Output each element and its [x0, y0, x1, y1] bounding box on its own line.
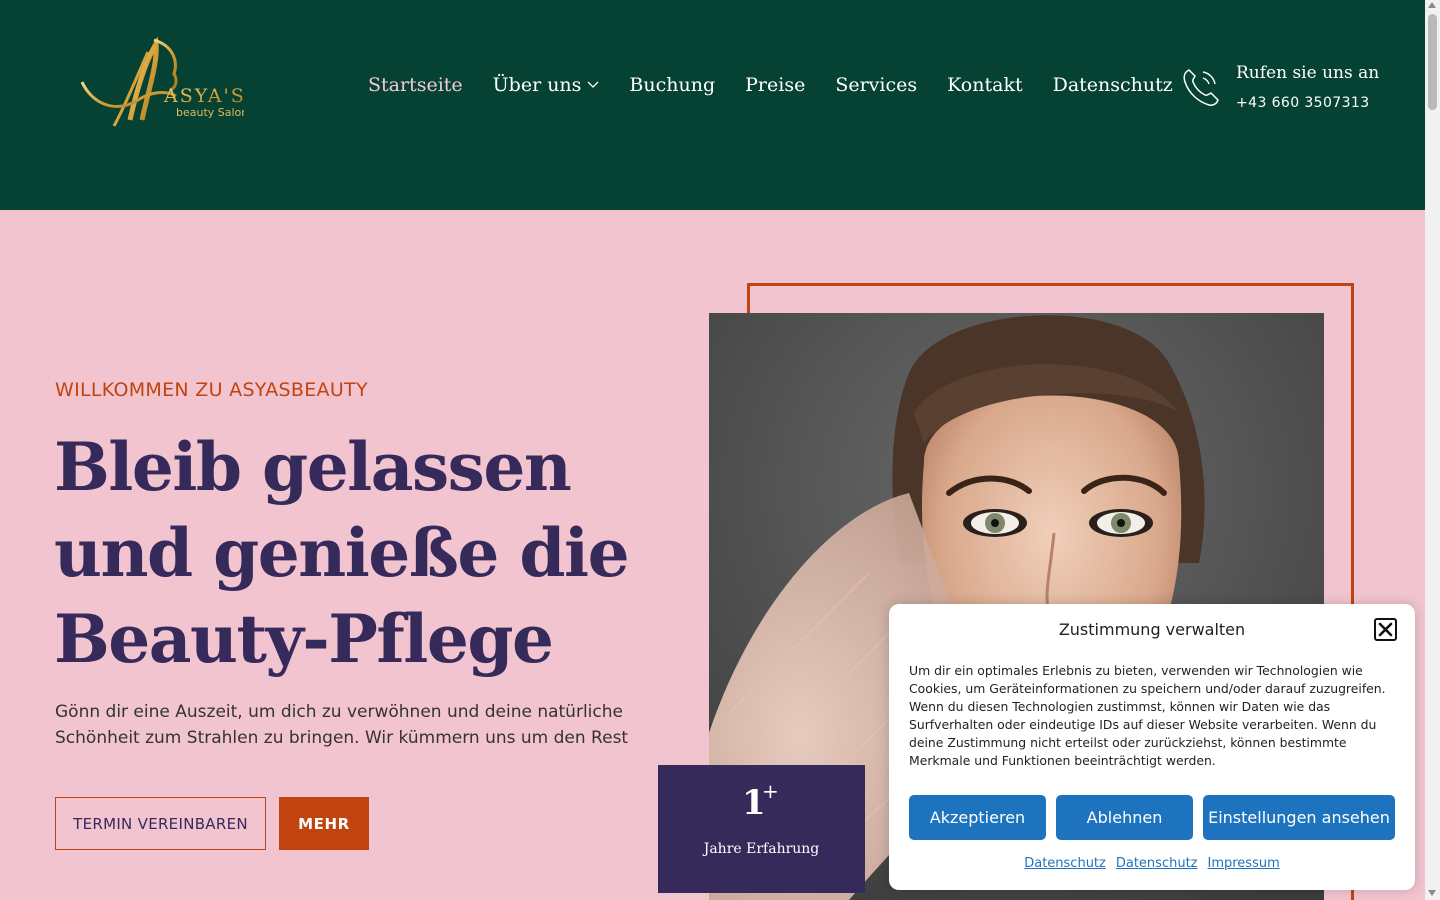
- nav-label: Startseite: [368, 74, 463, 96]
- hero-title-line: und genieße die: [54, 514, 630, 592]
- experience-plus: +: [762, 779, 779, 803]
- scroll-thumb[interactable]: [1428, 14, 1437, 110]
- imprint-link[interactable]: Impressum: [1208, 856, 1280, 871]
- nav-label: Preise: [745, 74, 806, 96]
- nav-startseite[interactable]: Startseite: [368, 74, 463, 96]
- nav-label: Services: [835, 74, 918, 96]
- nav-ueber-uns[interactable]: Über uns: [493, 74, 600, 96]
- logo[interactable]: ASYA'S beauty Salon: [78, 34, 244, 134]
- nav-label: Datenschutz: [1052, 74, 1173, 96]
- hero-eyebrow: WILLKOMMEN ZU ASYASBEAUTY: [55, 379, 368, 401]
- chevron-down-icon: [587, 81, 599, 88]
- scroll-down-arrow-icon[interactable]: [1428, 890, 1436, 896]
- cookie-consent-dialog: Zustimmung verwalten Um dir ein optimale…: [889, 604, 1415, 890]
- privacy-link[interactable]: Datenschutz: [1024, 856, 1106, 871]
- site-header: ASYA'S beauty Salon Startseite Über uns …: [0, 0, 1425, 210]
- cookie-title: Zustimmung verwalten: [1058, 620, 1246, 639]
- nav-label: Kontakt: [947, 74, 1023, 96]
- nav-datenschutz[interactable]: Datenschutz: [1053, 74, 1173, 96]
- experience-badge: 1 + Jahre Erfahrung: [658, 765, 865, 893]
- nav-label: Über uns: [492, 74, 582, 96]
- cookie-links: Datenschutz Datenschutz Impressum: [889, 856, 1415, 871]
- svg-text:ASYA'S: ASYA'S: [163, 85, 244, 107]
- nav-preise[interactable]: Preise: [745, 74, 805, 96]
- svg-text:beauty Salon: beauty Salon: [176, 106, 244, 119]
- scroll-up-arrow-icon[interactable]: [1428, 2, 1436, 8]
- nav-kontakt[interactable]: Kontakt: [947, 74, 1022, 96]
- close-icon[interactable]: [1374, 618, 1397, 641]
- phone-icon: [1183, 69, 1219, 106]
- phone-number[interactable]: +43 660 3507313: [1236, 95, 1370, 111]
- nav-services[interactable]: Services: [835, 74, 917, 96]
- scrollbar[interactable]: [1425, 0, 1440, 900]
- book-appointment-button[interactable]: TERMIN VEREINBAREN: [55, 797, 266, 850]
- privacy-link[interactable]: Datenschutz: [1116, 856, 1198, 871]
- hero-title-line: Bleib gelassen: [54, 428, 572, 506]
- view-settings-button[interactable]: Einstellungen ansehen: [1203, 795, 1395, 840]
- experience-label: Jahre Erfahrung: [703, 841, 820, 857]
- hero-title-line: Beauty-Pflege: [54, 600, 554, 678]
- main-nav: Startseite Über uns Buchung Preise Servi…: [368, 74, 1203, 96]
- more-button[interactable]: MEHR: [279, 797, 369, 850]
- call-label: Rufen sie uns an: [1236, 63, 1380, 83]
- accept-button[interactable]: Akzeptieren: [909, 795, 1046, 840]
- nav-label: Buchung: [629, 74, 716, 96]
- hero-title: Bleib gelassen und genieße die Beauty-Pf…: [54, 424, 674, 682]
- nav-buchung[interactable]: Buchung: [629, 74, 715, 96]
- cookie-text: Um dir ein optimales Erlebnis zu bieten,…: [909, 663, 1386, 768]
- hero-description: Gönn dir eine Auszeit, um dich zu verwöh…: [55, 702, 629, 748]
- deny-button[interactable]: Ablehnen: [1056, 795, 1193, 840]
